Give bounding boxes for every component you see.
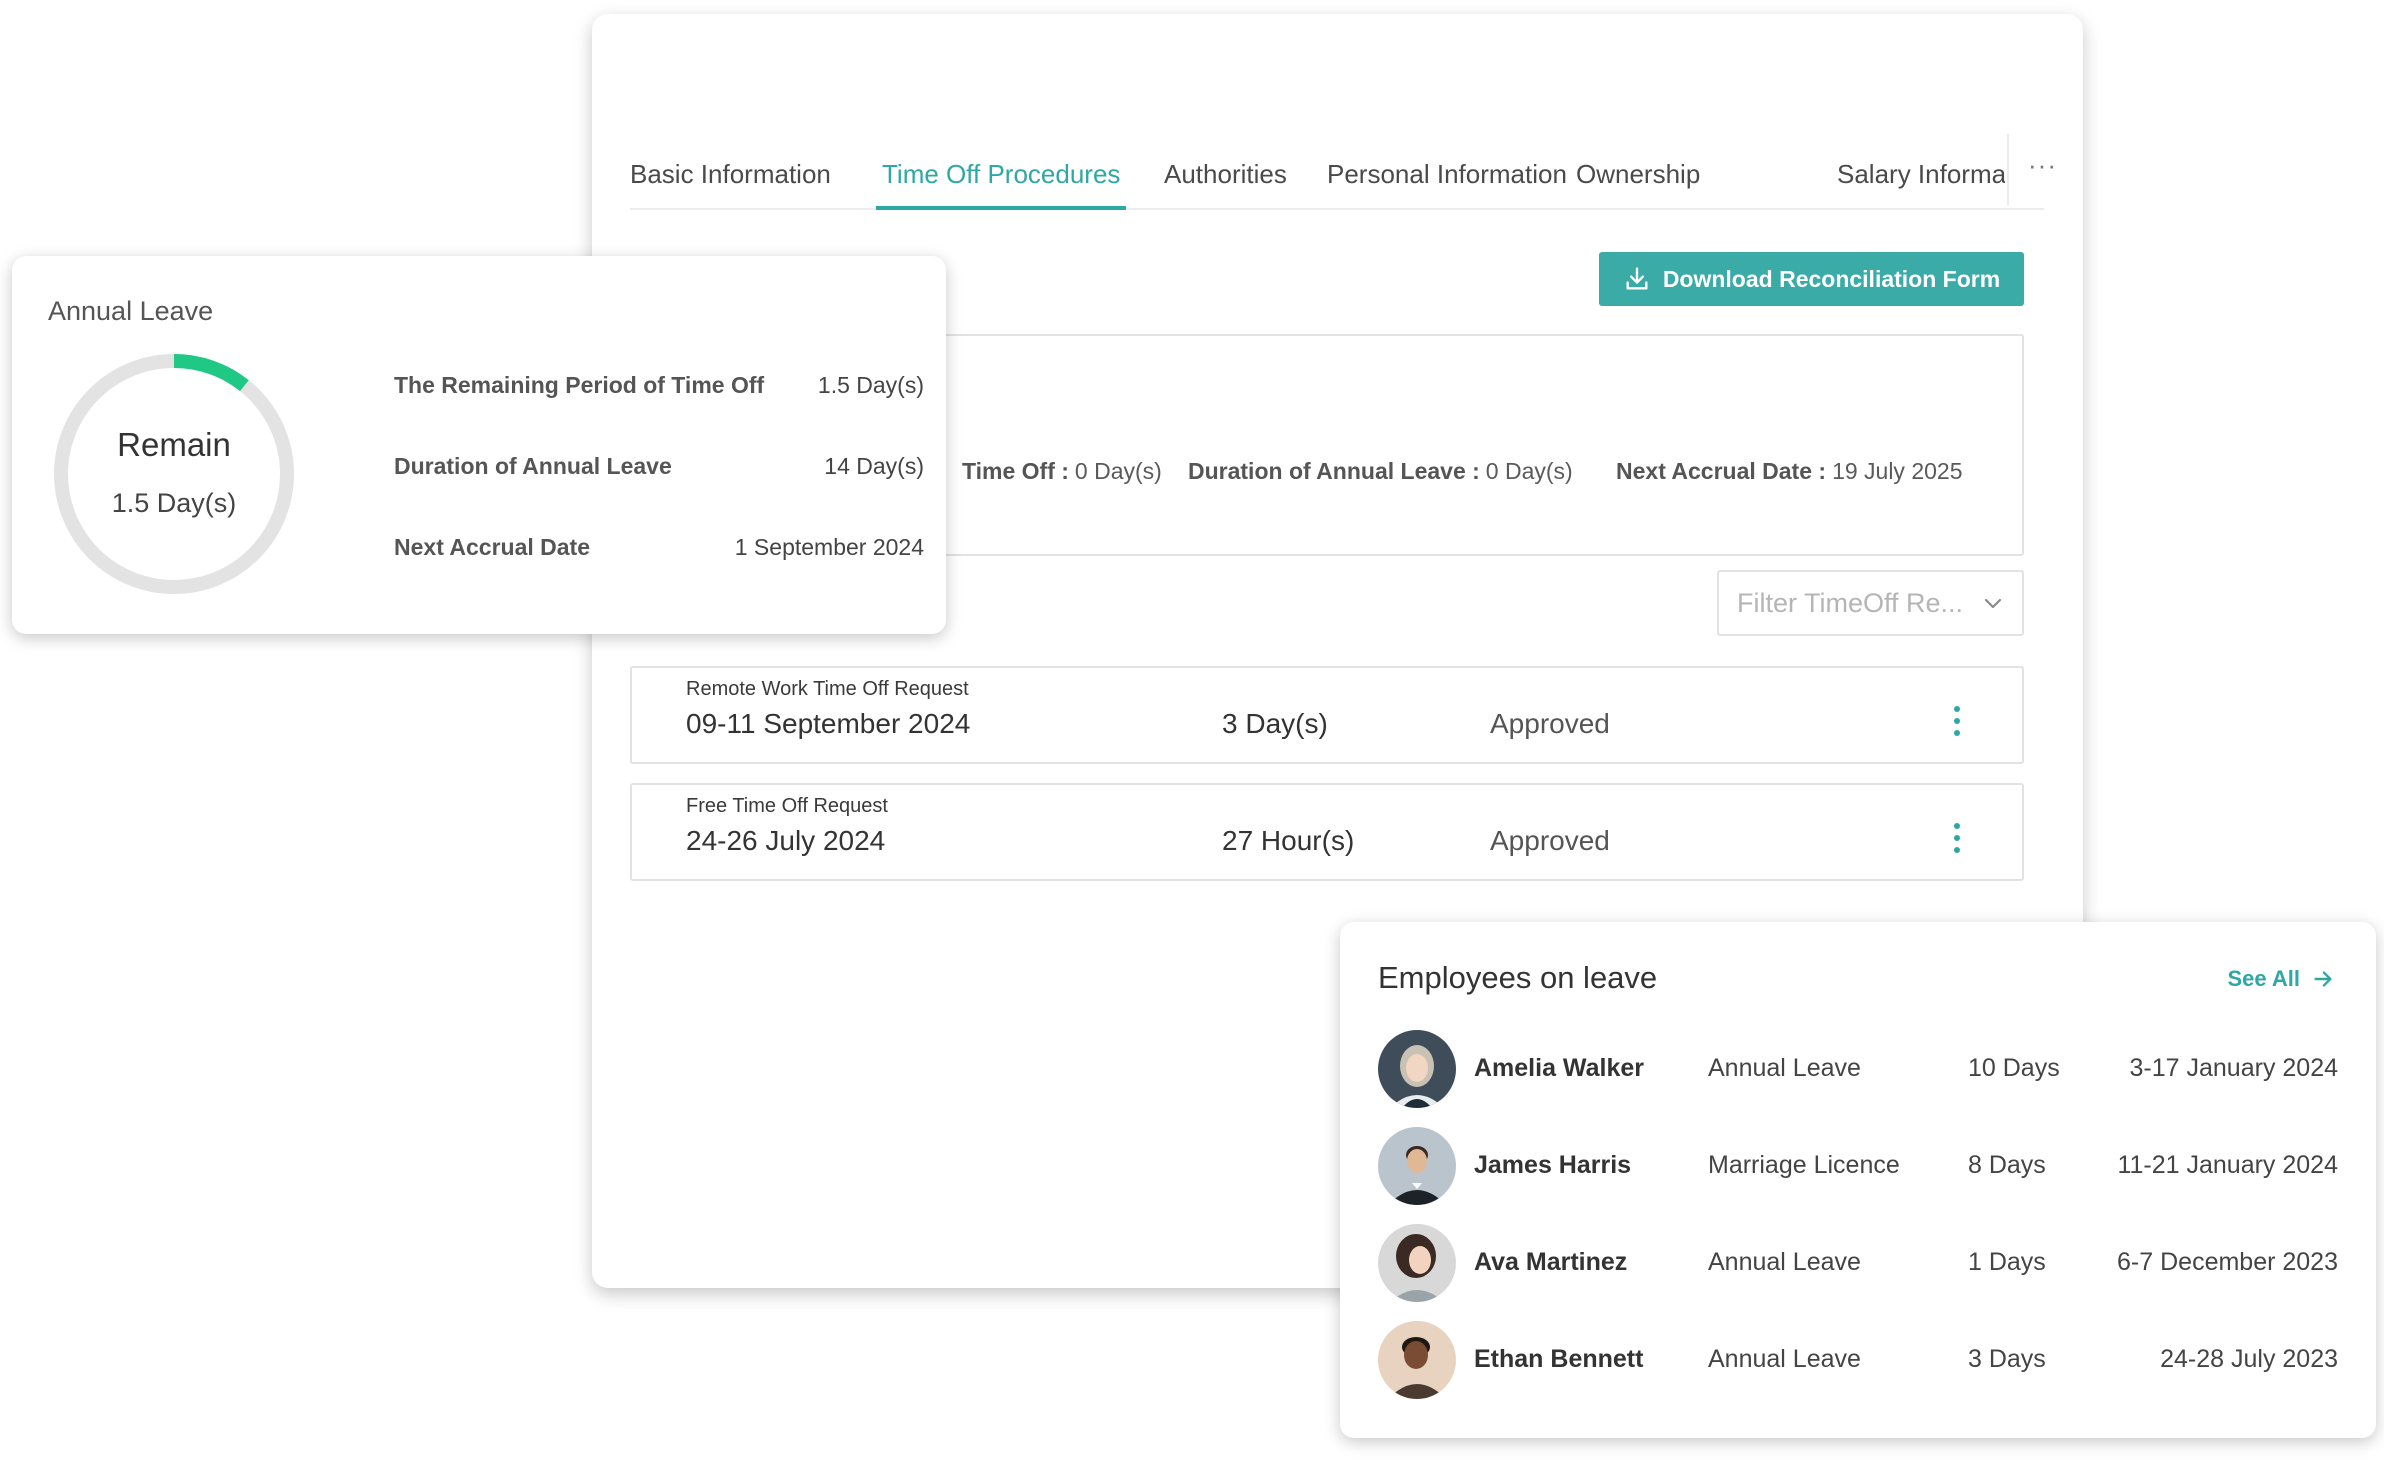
summary-value: 0 Day(s): [1074, 458, 1162, 484]
employee-row[interactable]: Amelia Walker Annual Leave 10 Days 3-17 …: [1378, 1030, 2338, 1108]
summary-value: 0 Day(s): [1485, 458, 1573, 484]
tab-bar: Basic Information Time Off Procedures Au…: [630, 134, 2056, 210]
download-reconciliation-button[interactable]: Download Reconciliation Form: [1599, 252, 2024, 306]
employee-name: Amelia Walker: [1474, 1054, 1644, 1082]
ring-track: [54, 354, 294, 594]
download-button-label: Download Reconciliation Form: [1662, 265, 2001, 292]
ring-value: 1.5 Day(s): [111, 488, 237, 518]
leave-date-range: 24-28 July 2023: [2160, 1345, 2338, 1373]
see-all-link[interactable]: See All: [2227, 966, 2334, 992]
kebab-menu-icon[interactable]: [1952, 706, 1962, 742]
leave-date-range: 3-17 January 2024: [2129, 1054, 2338, 1082]
tab-salary-information[interactable]: Salary Information: [1837, 134, 2005, 210]
remaining-leave-ring: [54, 354, 294, 594]
tab-basic-information[interactable]: Basic Information: [630, 134, 831, 210]
request-status: Approved: [1490, 825, 1610, 856]
request-type: Free Time Off Request: [686, 795, 888, 817]
request-date: 24-26 July 2024: [686, 825, 886, 856]
tab-divider: [2007, 134, 2009, 206]
employees-on-leave-card: Employees on leave See All Amelia Walker…: [1340, 922, 2376, 1438]
employee-row[interactable]: Ethan Bennett Annual Leave 3 Days 24-28 …: [1378, 1321, 2338, 1399]
annual-leave-card: Annual Leave Remain 1.5 Day(s) The Remai…: [12, 256, 946, 634]
time-off-request-row[interactable]: Remote Work Time Off Request 09-11 Septe…: [630, 666, 2024, 764]
summary-value: 19 July 2025: [1832, 458, 1963, 484]
leave-date-range: 6-7 December 2023: [2117, 1248, 2338, 1276]
tab-authorities[interactable]: Authorities: [1164, 134, 1287, 210]
summary-annual-leave: Duration of Annual Leave :0 Day(s): [1188, 458, 1573, 485]
employee-name: James Harris: [1474, 1151, 1632, 1179]
ring-label: Remain: [117, 426, 231, 463]
summary-label: Duration of Annual Leave :: [1188, 458, 1480, 484]
annual-leave-title: Annual Leave: [48, 296, 214, 326]
download-icon: [1626, 267, 1648, 290]
avatar: [1378, 1321, 1456, 1399]
stat-label: The Remaining Period of Time Off: [394, 372, 765, 398]
employees-on-leave-title: Employees on leave: [1378, 960, 1658, 995]
request-duration: 27 Hour(s): [1222, 825, 1355, 856]
employee-row[interactable]: James Harris Marriage Licence 8 Days 11-…: [1378, 1127, 2338, 1205]
request-status: Approved: [1490, 708, 1610, 739]
chevron-down-icon: [1984, 598, 2002, 609]
tab-personal-information[interactable]: Personal Information: [1327, 134, 1567, 210]
more-horizontal-icon[interactable]: ···: [2028, 150, 2057, 181]
stat-value: 14 Day(s): [824, 453, 924, 479]
employee-name: Ava Martinez: [1474, 1248, 1628, 1276]
leave-days: 10 Days: [1968, 1054, 2060, 1082]
avatar: [1378, 1127, 1456, 1205]
leave-date-range: 11-21 January 2024: [2117, 1151, 2338, 1179]
leave-type: Annual Leave: [1708, 1054, 1861, 1082]
stat-label: Next Accrual Date: [394, 534, 591, 560]
summary-label: Next Accrual Date :: [1616, 458, 1827, 484]
tab-time-off-procedures[interactable]: Time Off Procedures: [876, 134, 1127, 210]
summary-label: Time Off :: [962, 458, 1069, 484]
filter-placeholder: Filter TimeOff Re...: [1737, 588, 1964, 618]
filter-timeoff-select[interactable]: Filter TimeOff Re...: [1717, 570, 2024, 636]
summary-next-accrual: Next Accrual Date :19 July 2025: [1616, 458, 1963, 485]
time-off-request-row[interactable]: Free Time Off Request 24-26 July 2024 27…: [630, 783, 2024, 881]
leave-days: 3 Days: [1968, 1345, 2046, 1373]
request-type: Remote Work Time Off Request: [686, 678, 969, 700]
request-duration: 3 Day(s): [1222, 708, 1328, 739]
avatar: [1378, 1224, 1456, 1302]
leave-days: 8 Days: [1968, 1151, 2046, 1179]
tab-ownership[interactable]: Ownership: [1576, 134, 1700, 210]
leave-days: 1 Days: [1968, 1248, 2046, 1276]
leave-type: Annual Leave: [1708, 1345, 1861, 1373]
arrow-right-icon: [2314, 971, 2332, 987]
kebab-menu-icon[interactable]: [1952, 823, 1962, 859]
employee-row[interactable]: Ava Martinez Annual Leave 1 Days 6-7 Dec…: [1378, 1224, 2338, 1302]
leave-type: Marriage Licence: [1708, 1151, 1900, 1179]
avatar: [1378, 1030, 1456, 1108]
stat-value: 1.5 Day(s): [817, 372, 924, 398]
stat-value: 1 September 2024: [734, 534, 924, 560]
request-date: 09-11 September 2024: [686, 708, 971, 739]
stat-label: Duration of Annual Leave: [394, 453, 672, 479]
leave-type: Annual Leave: [1708, 1248, 1861, 1276]
see-all-label: See All: [2227, 966, 2300, 991]
summary-time-off: Time Off :0 Day(s): [962, 458, 1162, 485]
employee-name: Ethan Bennett: [1474, 1345, 1644, 1373]
